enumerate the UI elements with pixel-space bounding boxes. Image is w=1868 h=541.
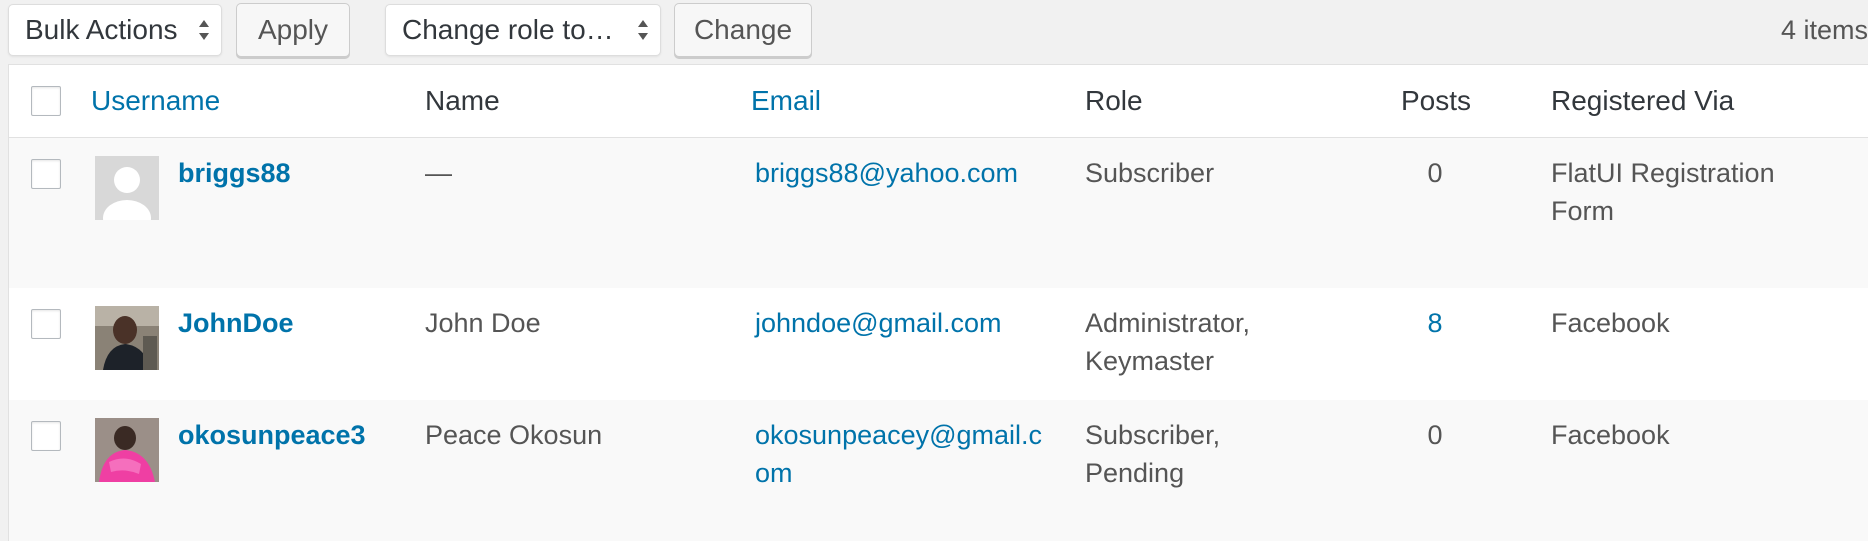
registered-line: Facebook (1551, 420, 1670, 450)
role-line: Administrator, (1085, 308, 1251, 338)
email-line: om (755, 458, 793, 488)
post-count-link[interactable]: 8 (1379, 304, 1491, 342)
user-name: — (425, 158, 452, 188)
column-registered-via: Registered Via (1551, 85, 1735, 116)
role-line: Subscriber (1085, 158, 1215, 188)
registered-line: FlatUI Registration (1551, 158, 1775, 188)
column-name: Name (425, 85, 500, 116)
registered-via: Facebook (1551, 416, 1670, 454)
email-line: johndoe@gmail.com (755, 308, 1002, 338)
table-row: okosunpeace3 Peace Okosun okosunpeacey@g… (9, 400, 1868, 541)
table-row: briggs88 — briggs88@yahoo.com Subscriber… (9, 138, 1868, 288)
email-link[interactable]: johndoe@gmail.com (755, 304, 1002, 342)
registered-via: FlatUI Registration Form (1551, 154, 1775, 230)
table-header: Username Name Email Role Posts Registere… (9, 65, 1868, 138)
select-arrows-icon (638, 20, 648, 40)
email-link[interactable]: okosunpeacey@gmail.c om (755, 416, 1042, 492)
user-photo-icon (95, 306, 159, 370)
column-email[interactable]: Email (751, 65, 821, 137)
username-link[interactable]: briggs88 (178, 154, 291, 192)
post-count: 0 (1427, 420, 1443, 450)
change-role-select[interactable]: Change role to… (385, 4, 661, 56)
select-arrows-icon (199, 20, 209, 40)
items-count: 4 items (1780, 15, 1868, 45)
change-button[interactable]: Change (674, 3, 812, 57)
default-avatar-icon (95, 156, 159, 220)
bulk-actions-label: Bulk Actions (25, 14, 178, 45)
avatar (95, 418, 159, 482)
row-checkbox[interactable] (31, 159, 61, 189)
apply-button[interactable]: Apply (236, 3, 350, 57)
tablenav-top: Bulk Actions Apply Change role to… Chang… (0, 0, 1868, 64)
select-all-checkbox[interactable] (31, 86, 61, 116)
user-photo-icon (95, 418, 159, 482)
email-line: briggs88@yahoo.com (755, 158, 1019, 188)
role-line: Keymaster (1085, 346, 1215, 376)
email-line: okosunpeacey@gmail.c (755, 420, 1043, 450)
column-posts: Posts (1401, 85, 1472, 116)
change-role-label: Change role to… (402, 14, 614, 45)
role-line: Pending (1085, 458, 1185, 488)
user-name: John Doe (425, 308, 541, 338)
role-line: Subscriber, (1085, 420, 1221, 450)
avatar (95, 306, 159, 370)
email-link[interactable]: briggs88@yahoo.com (755, 154, 1018, 192)
username-link[interactable]: JohnDoe (178, 304, 294, 342)
user-role: Subscriber, Pending (1085, 416, 1220, 492)
table-row: JohnDoe John Doe johndoe@gmail.com Admin… (9, 288, 1868, 400)
registered-line: Form (1551, 196, 1614, 226)
user-role: Subscriber (1085, 154, 1214, 192)
user-name: Peace Okosun (425, 420, 603, 450)
user-role: Administrator, Keymaster (1085, 304, 1250, 380)
post-count: 0 (1427, 158, 1443, 188)
bulk-actions-select[interactable]: Bulk Actions (8, 4, 222, 56)
registered-line: Facebook (1551, 308, 1670, 338)
username-link[interactable]: okosunpeace3 (178, 416, 366, 454)
row-checkbox[interactable] (31, 309, 61, 339)
column-role: Role (1085, 85, 1143, 116)
row-checkbox[interactable] (31, 421, 61, 451)
avatar (95, 156, 159, 220)
column-username[interactable]: Username (91, 65, 220, 137)
registered-via: Facebook (1551, 304, 1670, 342)
users-table: Username Name Email Role Posts Registere… (8, 64, 1868, 541)
